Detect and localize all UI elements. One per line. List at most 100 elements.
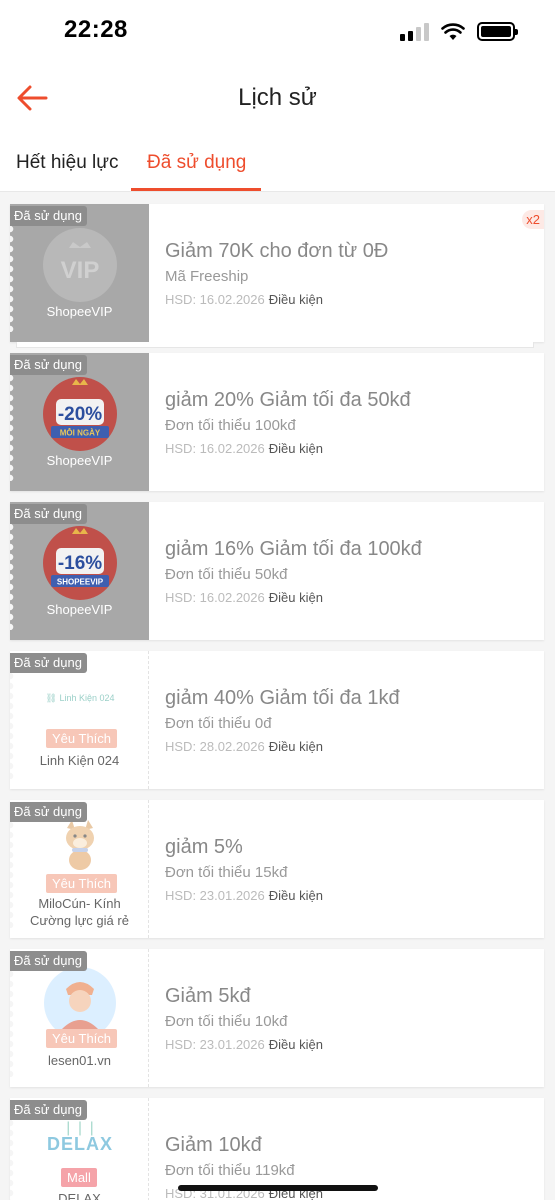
shop-name: Linh Kiện 024 — [39, 753, 120, 768]
voucher-title: giảm 40% Giảm tối đa 1kđ — [165, 687, 400, 709]
used-tag: Đã sử dụng — [10, 355, 87, 375]
voucher-expiry: HSD: 23.01.2026 Điều kiện — [165, 1037, 323, 1052]
status-icons — [400, 22, 518, 41]
mall-badge: Mall — [61, 1168, 97, 1187]
voucher-expiry: HSD: 23.01.2026 Điều kiện — [165, 888, 323, 903]
voucher-card[interactable]: Đã sử dụng VIP ShopeeVIP Giảm 70K cho đơ… — [10, 204, 544, 348]
logo-ribbon: SHOPEEVIP — [57, 578, 104, 587]
used-tag: Đã sử dụng — [10, 951, 87, 971]
voucher-subtitle: Đơn tối thiểu 0đ — [165, 715, 272, 732]
used-tag: Đã sử dụng — [10, 653, 87, 673]
conditions-link[interactable]: Điều kiện — [269, 888, 323, 903]
battery-icon — [477, 22, 518, 41]
voucher-expiry: HSD: 16.02.2026 Điều kiện — [165, 590, 323, 605]
voucher-subtitle: Mã Freeship — [165, 268, 249, 285]
voucher-subtitle: Đơn tối thiểu 100kđ — [165, 417, 296, 434]
expiry-date: HSD: 16.02.2026 — [165, 292, 265, 307]
voucher-title: giảm 16% Giảm tối đa 100kđ — [165, 538, 422, 560]
shop-name: lesen01.vn — [48, 1053, 111, 1068]
favorite-badge: Yêu Thích — [46, 729, 118, 748]
delax-logo-text: DELAX — [46, 1134, 113, 1154]
voucher-card[interactable]: Đã sử dụng -20% MỖI NGÀY ShopeeVIP giảm … — [10, 353, 544, 491]
shop-name: ShopeeVIP — [46, 304, 113, 319]
wifi-icon — [441, 22, 465, 40]
discount-16-logo: -16% SHOPEEVIP — [43, 526, 117, 600]
used-tag: Đã sử dụng — [10, 1100, 87, 1120]
voucher-subtitle: Đơn tối thiểu 10kđ — [165, 1013, 288, 1030]
home-indicator[interactable] — [178, 1185, 378, 1191]
expiry-date: HSD: 16.02.2026 — [165, 441, 265, 456]
used-tag: Đã sử dụng — [10, 802, 87, 822]
shop-name: ShopeeVIP — [46, 453, 113, 468]
cellular-signal-icon — [400, 22, 429, 41]
voucher-details: Giảm 5kđ Đơn tối thiểu 10kđ HSD: 23.01.2… — [165, 949, 534, 1087]
voucher-left-panel: Đã sử dụng -20% MỖI NGÀY ShopeeVIP — [10, 353, 149, 491]
voucher-left-panel: Đã sử dụng -16% SHOPEEVIP ShopeeVIP — [10, 502, 149, 640]
voucher-details: Giảm 70K cho đơn từ 0Đ Mã Freeship HSD: … — [165, 204, 544, 342]
shop-name: DELAX — [58, 1191, 101, 1200]
expiry-date: HSD: 16.02.2026 — [165, 590, 265, 605]
discount-20-logo: -20% MỖI NGÀY — [43, 377, 117, 451]
quantity-badge: x2 — [522, 210, 544, 229]
voucher-list: Đã sử dụng VIP ShopeeVIP Giảm 70K cho đơ… — [10, 204, 544, 1200]
expiry-date: HSD: 23.01.2026 — [165, 888, 265, 903]
dog-mascot-logo — [66, 820, 94, 870]
voucher-details: giảm 40% Giảm tối đa 1kđ Đơn tối thiểu 0… — [165, 651, 534, 789]
used-tag: Đã sử dụng — [10, 504, 87, 524]
delax-leaf-icon: ❘❘❘ — [62, 1119, 98, 1135]
voucher-details: giảm 20% Giảm tối đa 50kđ Đơn tối thiểu … — [165, 353, 534, 491]
voucher-card[interactable]: Đã sử dụng ⛓ Linh Kiện 024 Yêu Thích Lin… — [10, 651, 544, 789]
shop-logo: ⛓ Linh Kiện 024 — [38, 693, 122, 704]
used-tag: Đã sử dụng — [10, 206, 87, 226]
expiry-date: HSD: 28.02.2026 — [165, 739, 265, 754]
tab-used[interactable]: Đã sử dụng — [147, 152, 246, 174]
logo-ribbon: MỖI NGÀY — [60, 429, 101, 438]
conditions-link[interactable]: Điều kiện — [269, 441, 323, 456]
voucher-subtitle: Đơn tối thiểu 119kđ — [165, 1162, 295, 1179]
tab-expired[interactable]: Hết hiệu lực — [16, 152, 119, 174]
voucher-left-panel: Đã sử dụng Yêu Thích lesen01.vn — [10, 949, 149, 1087]
voucher-expiry: HSD: 16.02.2026 Điều kiện — [165, 441, 323, 456]
link-icon: ⛓ — [45, 693, 57, 703]
status-time: 22:28 — [64, 16, 128, 43]
voucher-subtitle: Đơn tối thiểu 15kđ — [165, 864, 288, 881]
voucher-title: Giảm 70K cho đơn từ 0Đ — [165, 240, 389, 262]
active-tab-indicator — [131, 188, 261, 191]
shop-name: ShopeeVIP — [46, 602, 113, 617]
favorite-badge: Yêu Thích — [46, 874, 118, 893]
conditions-link[interactable]: Điều kiện — [269, 1037, 323, 1052]
logo-percent: -20% — [58, 404, 102, 425]
shop-logo-text: Linh Kiện 024 — [59, 693, 115, 703]
shop-name-line-2: Cường lực giá rẻ — [30, 913, 129, 928]
conditions-link[interactable]: Điều kiện — [269, 292, 323, 307]
voucher-left-panel: Đã sử dụng ❘❘❘ DELAX Mall DELAX — [10, 1098, 149, 1200]
vip-logo-text: VIP — [61, 257, 100, 284]
voucher-card[interactable]: Đã sử dụng -16% SHOPEEVIP ShopeeVIP giảm… — [10, 502, 544, 640]
voucher-left-panel: Đã sử dụng Yêu Thích MiloCún- Kính Cường… — [10, 800, 149, 938]
voucher-card[interactable]: Đã sử dụng Yêu Thích MiloCún- Kính Cường… — [10, 800, 544, 938]
conditions-link[interactable]: Điều kiện — [269, 739, 323, 754]
voucher-title: Giảm 5kđ — [165, 985, 251, 1007]
voucher-left-panel: Đã sử dụng ⛓ Linh Kiện 024 Yêu Thích Lin… — [10, 651, 149, 789]
voucher-details: giảm 5% Đơn tối thiểu 15kđ HSD: 23.01.20… — [165, 800, 534, 938]
voucher-expiry: HSD: 28.02.2026 Điều kiện — [165, 739, 323, 754]
voucher-card[interactable]: Đã sử dụng Yêu Thích lesen01.vn Giảm 5kđ… — [10, 949, 544, 1087]
stack-shadow — [16, 342, 534, 348]
voucher-details: giảm 16% Giảm tối đa 100kđ Đơn tối thiểu… — [165, 502, 534, 640]
favorite-badge: Yêu Thích — [46, 1029, 118, 1048]
page-title: Lịch sử — [238, 84, 317, 111]
voucher-title: Giảm 10kđ — [165, 1134, 262, 1156]
shop-name-line-1: MiloCún- Kính — [38, 896, 121, 911]
logo-percent: -16% — [58, 553, 102, 574]
conditions-link[interactable]: Điều kiện — [269, 590, 323, 605]
voucher-left-panel: Đã sử dụng VIP ShopeeVIP — [10, 204, 149, 342]
shopee-vip-logo: VIP — [43, 228, 117, 302]
status-bar: 22:28 — [0, 0, 555, 62]
voucher-title: giảm 5% — [165, 836, 243, 858]
voucher-title: giảm 20% Giảm tối đa 50kđ — [165, 389, 411, 411]
voucher-subtitle: Đơn tối thiểu 50kđ — [165, 566, 288, 583]
voucher-expiry: HSD: 16.02.2026 Điều kiện — [165, 292, 323, 307]
expiry-date: HSD: 23.01.2026 — [165, 1037, 265, 1052]
tab-bar: Hết hiệu lực Đã sử dụng — [0, 134, 555, 192]
nav-bar: Lịch sử — [0, 62, 555, 134]
